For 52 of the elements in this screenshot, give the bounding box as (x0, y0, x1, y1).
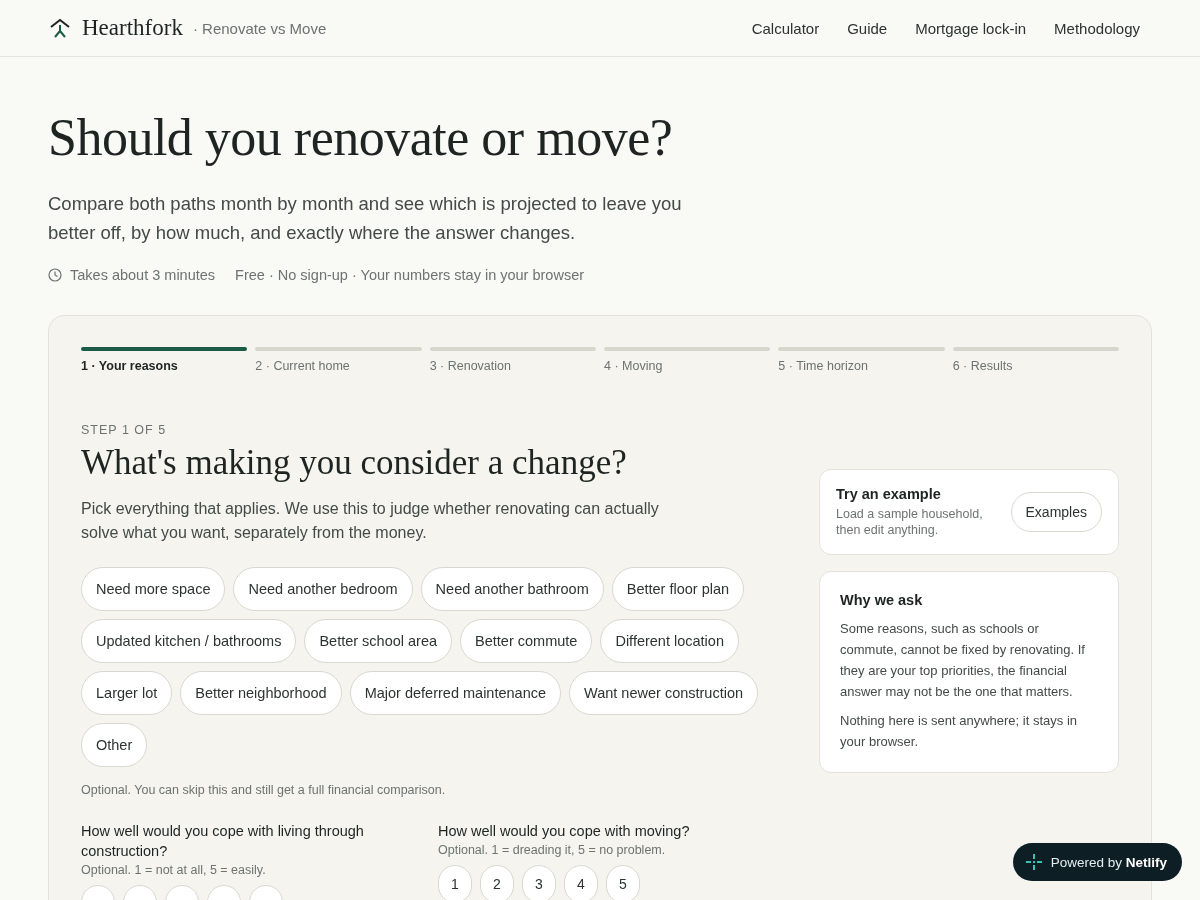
step-tab[interactable]: 4 · Moving (604, 347, 771, 373)
reason-chip[interactable]: Better neighborhood (180, 671, 342, 715)
scale-hint: Optional. 1 = not at all, 5 = easily. (81, 863, 267, 877)
page-title: Should you renovate or move? (48, 108, 674, 168)
clock-icon (48, 268, 62, 282)
site-subtitle: · Renovate vs Move (192, 19, 327, 37)
optional-note: Optional. You can skip this and still get a full financial comparison. (81, 783, 447, 797)
reason-chip[interactable]: Better school area (304, 619, 453, 663)
reason-chip[interactable]: Different location (600, 619, 739, 663)
scale-question: How well would you cope with moving? (438, 822, 691, 841)
reason-chip[interactable]: Major deferred maintenance (349, 671, 562, 715)
reason-chip[interactable]: Need another bathroom (420, 567, 604, 611)
question-intro: Pick everything that applies. We use this to judge whether renovating can actually solve what you want, separately from the money. (81, 499, 660, 543)
nav-link[interactable]: Calculator (751, 19, 820, 37)
rating-button[interactable]: 4 (564, 865, 598, 900)
example-text: Load a sample household, then edit anything. (836, 506, 984, 538)
rating-button[interactable]: 1 (438, 865, 472, 900)
brand-name[interactable]: Hearthfork (82, 15, 183, 41)
scale-hint: Optional. 1 = dreading it, 5 = no problem. (438, 843, 667, 857)
reason-chip[interactable]: Need another bedroom (233, 567, 413, 611)
reason-chip[interactable]: Other (81, 723, 148, 767)
example-title: Try an example (836, 486, 942, 502)
nav-link[interactable]: Guide (847, 19, 888, 37)
step-tab[interactable]: 5 · Time horizon (778, 347, 945, 373)
reason-chip[interactable]: Updated kitchen / bathrooms (81, 619, 297, 663)
scale-question: How well would you cope with living through construction? (81, 822, 365, 861)
time-note: Takes about 3 minutes (70, 267, 216, 283)
reason-chip[interactable]: Want newer construction (569, 671, 759, 715)
logo-icon (48, 17, 72, 39)
rating-button[interactable]: 5 (606, 865, 640, 900)
info-paragraph: Some reasons, such as schools or commute, cannot be fixed by renovating. If they are your top priorities, the financial answer may not be the one that matters. (840, 620, 1086, 701)
privacy-note: Free · No sign-up · Your numbers stay in your browser (235, 267, 585, 283)
step-tab[interactable]: 1 · Your reasons (81, 347, 248, 373)
rating-button[interactable]: 3 (522, 865, 556, 900)
reason-chip[interactable]: Larger lot (81, 671, 173, 715)
lead-text: Compare both paths month by month and see which is projected to leave you better off, by how much, and exactly where the answer changes. (48, 192, 683, 245)
reason-chip[interactable]: Better commute (460, 619, 593, 663)
info-title: Why we ask (840, 592, 924, 608)
reason-chip[interactable]: Need more space (81, 567, 226, 611)
examples-button[interactable]: Examples (1010, 492, 1102, 532)
question-title: What's making you consider a change? (81, 442, 628, 484)
info-paragraph: Nothing here is sent anywhere; it stays in your browser. (840, 712, 1078, 751)
step-tab[interactable]: 2 · Current home (255, 347, 422, 373)
step-tab[interactable]: 3 · Renovation (429, 347, 596, 373)
reason-chip[interactable]: Better floor plan (611, 567, 745, 611)
rating-button[interactable]: 2 (480, 865, 514, 900)
netlify-badge[interactable]: Powered by Netlify (1012, 843, 1182, 881)
nav-link[interactable]: Methodology (1054, 19, 1140, 37)
sparkle-icon (1024, 853, 1043, 871)
step-counter: STEP 1 OF 5 (81, 423, 168, 437)
nav-link[interactable]: Mortgage lock-in (915, 19, 1027, 37)
step-tab[interactable]: 6 · Results (952, 347, 1119, 373)
